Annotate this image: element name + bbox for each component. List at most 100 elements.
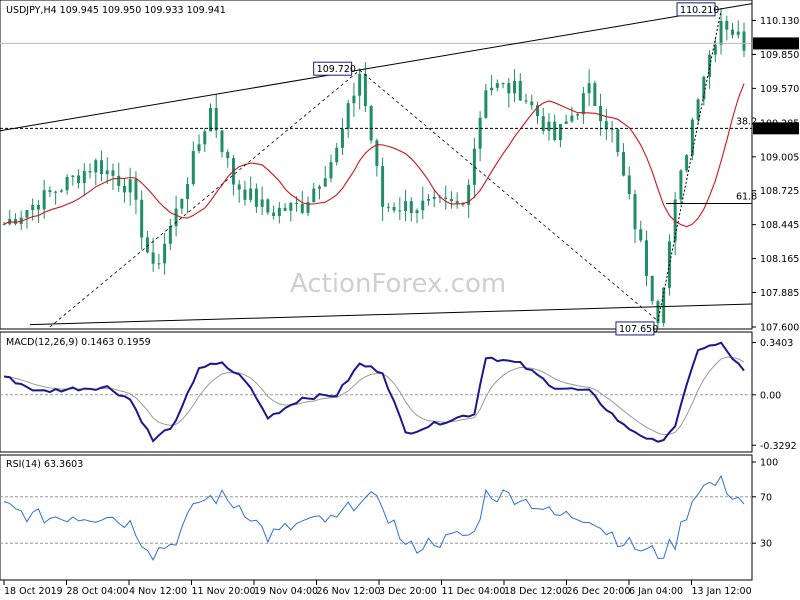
candle-body bbox=[163, 243, 167, 264]
candle-body bbox=[622, 152, 626, 176]
candle-body bbox=[507, 83, 511, 94]
candle-body bbox=[650, 275, 654, 302]
candle-body bbox=[249, 188, 253, 200]
candle-body bbox=[553, 121, 557, 141]
candle-body bbox=[576, 114, 580, 116]
candle-body bbox=[220, 130, 224, 153]
candle-body bbox=[593, 83, 597, 106]
candle-body bbox=[685, 155, 689, 171]
candle-body bbox=[59, 190, 63, 192]
x-tick-label: 11 Dec 04:00 bbox=[442, 586, 506, 597]
y-tick-label: 30 bbox=[760, 539, 772, 550]
candle-body bbox=[237, 184, 241, 190]
candle-body bbox=[633, 194, 637, 230]
candle-body bbox=[295, 202, 299, 204]
pivot-label: 110.210 bbox=[680, 5, 719, 16]
candle-body bbox=[214, 108, 218, 131]
candle-body bbox=[518, 80, 522, 101]
candle-body bbox=[381, 165, 385, 207]
candle-body bbox=[117, 175, 121, 186]
candle-body bbox=[65, 176, 69, 191]
candle-body bbox=[36, 204, 40, 210]
x-tick-label: 28 Oct 04:00 bbox=[67, 586, 129, 597]
candle-body bbox=[478, 117, 482, 149]
candle-body bbox=[570, 115, 574, 122]
candle-body bbox=[180, 199, 184, 209]
candle-body bbox=[679, 170, 683, 200]
candle-body bbox=[312, 188, 316, 203]
candle-body bbox=[547, 121, 551, 132]
candle-body bbox=[472, 148, 476, 185]
candle-body bbox=[581, 93, 585, 115]
candle-body bbox=[209, 108, 213, 132]
x-tick-label: 4 Nov 12:00 bbox=[129, 586, 187, 597]
watermark: ActionForex.com bbox=[290, 269, 506, 299]
y-tick-label: 109.850 bbox=[760, 50, 799, 61]
candle-body bbox=[639, 229, 643, 241]
y-tick-label: 107.600 bbox=[760, 323, 799, 334]
candle-body bbox=[226, 152, 230, 159]
candle-body bbox=[168, 226, 172, 244]
candle-body bbox=[134, 179, 138, 200]
candle-body bbox=[490, 87, 494, 91]
candle-body bbox=[392, 207, 396, 211]
candle-body bbox=[105, 170, 109, 175]
candle-body bbox=[260, 199, 264, 207]
candle-body bbox=[736, 31, 740, 35]
y-tick-label: 108.445 bbox=[760, 220, 799, 231]
candle-body bbox=[644, 240, 648, 276]
fib-level-label: 61.8 bbox=[736, 191, 757, 202]
candle-body bbox=[100, 160, 104, 175]
candle-body bbox=[599, 105, 603, 122]
y-tick-label: 109.005 bbox=[760, 152, 799, 163]
y-tick-label: 108.725 bbox=[760, 186, 799, 197]
macd-title: MACD(12,26,9) 0.1463 0.1959 bbox=[6, 337, 151, 348]
candle-body bbox=[77, 175, 81, 184]
candle-body bbox=[151, 252, 155, 264]
candle-body bbox=[111, 170, 115, 176]
price-title: USDJPY,H4 109.945 109.950 109.933 109.94… bbox=[6, 5, 226, 16]
candle-body bbox=[358, 73, 362, 96]
x-tick-label: 19 Nov 04:00 bbox=[254, 586, 318, 597]
candle-body bbox=[558, 123, 562, 141]
candle-body bbox=[191, 151, 195, 184]
candle-body bbox=[13, 219, 17, 224]
candle-body bbox=[346, 103, 350, 129]
candle-body bbox=[415, 210, 419, 214]
candle-body bbox=[513, 80, 517, 94]
y-tick-label: 109.570 bbox=[760, 84, 799, 95]
candle-body bbox=[616, 129, 620, 153]
x-tick-label: 3 Dec 20:00 bbox=[379, 586, 437, 597]
candle-body bbox=[742, 31, 746, 51]
candle-body bbox=[524, 100, 528, 102]
y-tick-label: 0.00 bbox=[760, 390, 781, 401]
candle-body bbox=[203, 131, 207, 145]
candle-body bbox=[243, 189, 247, 200]
candle-body bbox=[323, 178, 327, 187]
candle-body bbox=[283, 207, 287, 211]
candle-body bbox=[277, 207, 281, 217]
candle-body bbox=[71, 175, 75, 177]
candle-body bbox=[444, 197, 448, 199]
candle-body bbox=[54, 191, 58, 193]
price-tag-label: 109.240 bbox=[757, 124, 796, 135]
candle-body bbox=[501, 83, 505, 85]
y-tick-label: 110.130 bbox=[760, 16, 799, 27]
candle-body bbox=[495, 83, 499, 88]
x-tick-label: 13 Jan 12:00 bbox=[692, 586, 752, 597]
candle-body bbox=[731, 29, 735, 35]
candle-body bbox=[627, 175, 631, 195]
chart-canvas: 38.261.8109.720107.650110.210 110.130109… bbox=[0, 0, 799, 597]
candle-body bbox=[254, 188, 258, 207]
y-tick-label: 100 bbox=[760, 458, 778, 469]
candle-body bbox=[197, 144, 201, 152]
rsi-title: RSI(14) 63.3603 bbox=[6, 459, 83, 470]
candle-body bbox=[25, 209, 29, 218]
x-tick-label: 18 Oct 2019 bbox=[4, 586, 63, 597]
y-tick-label: 0.3403 bbox=[760, 338, 793, 349]
candle-body bbox=[449, 198, 453, 202]
candle-body bbox=[122, 185, 126, 193]
price-tag-label: 109.941 bbox=[757, 39, 796, 50]
candle-body bbox=[31, 204, 35, 210]
candle-body bbox=[725, 20, 729, 30]
